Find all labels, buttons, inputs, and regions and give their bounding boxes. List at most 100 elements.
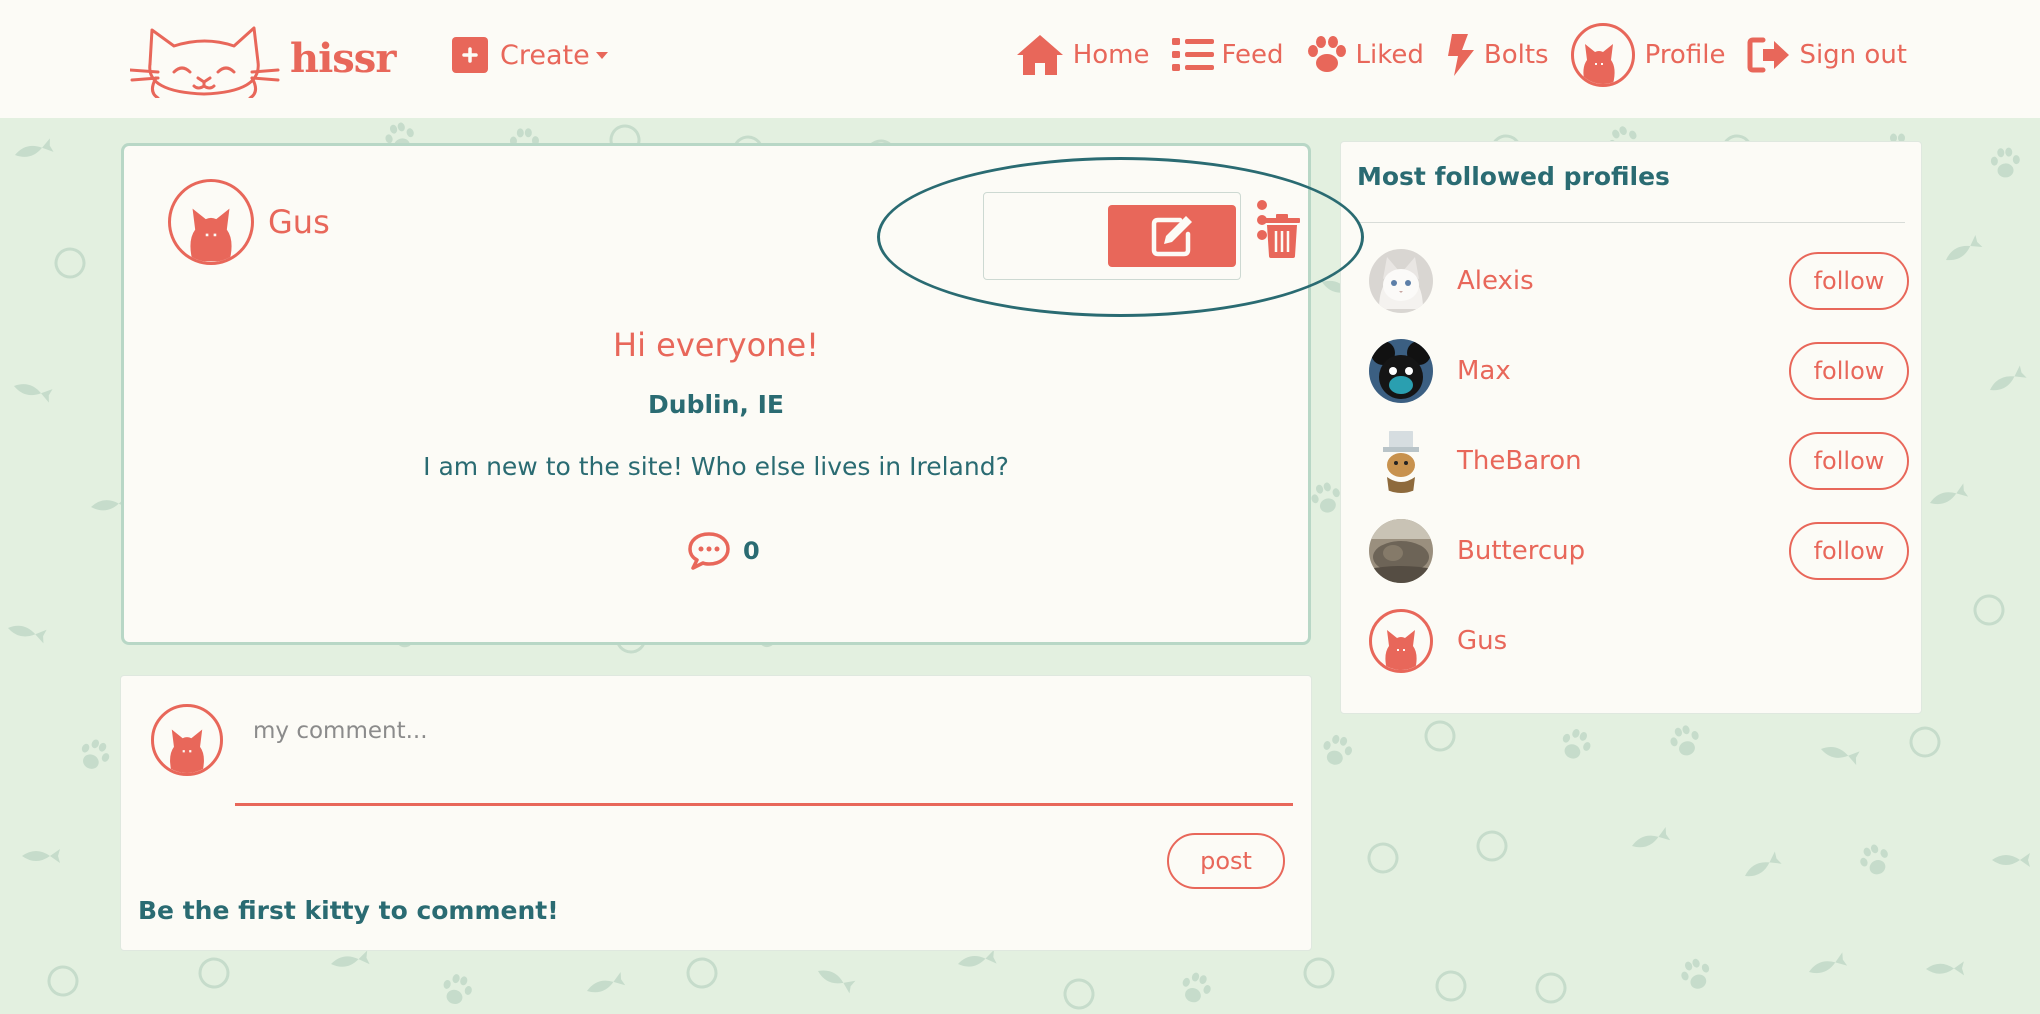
navbar: hissr Create Home Feed Liked Bolts Profi… [0,0,2040,118]
profile-name[interactable]: Max [1457,356,1789,386]
profile-name[interactable]: Alexis [1457,266,1789,296]
fish-icon [1992,853,2030,867]
yarn-ball-icon [1063,978,1095,1010]
yarn-ball-icon [1435,970,1467,1002]
yarn-ball-icon [1535,972,1567,1004]
fish-icon [1821,746,1860,765]
paw-icon [1182,972,1211,1003]
paw-icon [81,739,110,769]
create-label: Create [500,39,590,71]
most-followed-card: Most followed profiles Alexis follow Max… [1340,141,1922,714]
speech-bubble-icon [688,532,730,570]
paw-icon [1990,147,2020,178]
fish-icon [1990,365,2027,391]
plus-square-icon [452,37,488,73]
fish-icon [1745,851,1782,877]
yarn-ball-icon [1909,726,1941,758]
follow-button[interactable]: follow [1789,252,1909,310]
cat-avatar-icon [151,704,223,776]
nav-sign-out[interactable]: Sign out [1747,36,1907,74]
paw-icon [1681,958,1710,989]
nav-profile-label: Profile [1644,40,1726,70]
yarn-ball-icon [1973,594,2005,626]
fish-icon [331,950,370,967]
profile-row-thebaron: TheBaron follow [1369,427,1909,495]
nav-home-label: Home [1072,40,1150,70]
sign-out-icon [1747,37,1790,73]
yarn-ball-icon [1424,720,1456,752]
comment-input[interactable] [235,706,1293,806]
comment-form-card: post Be the first kitty to comment! [120,675,1312,951]
profile-row-max: Max follow [1369,337,1909,405]
divider [1357,222,1905,223]
nav-liked[interactable]: Liked [1306,36,1424,74]
paw-icon [443,974,472,1004]
fish-icon [1930,483,1969,505]
yarn-ball-icon [1367,842,1399,874]
follow-button[interactable]: follow [1789,432,1909,490]
post-author[interactable]: Gus [168,179,330,265]
fish-icon [818,970,856,994]
house-icon [1016,35,1063,75]
nav-feed[interactable]: Feed [1171,36,1284,74]
fish-icon [15,138,54,157]
fish-icon [14,384,53,403]
yarn-ball-icon [686,957,718,989]
fish-icon [22,849,60,863]
yarn-ball-icon [198,957,230,989]
nav-liked-label: Liked [1355,40,1424,70]
profile-name[interactable]: TheBaron [1457,446,1789,476]
follow-button[interactable]: follow [1789,522,1909,580]
nav-links: Home Feed Liked Bolts Profile Sign out [993,20,1907,90]
avatar[interactable] [1369,519,1433,583]
fish-icon [1926,961,1965,976]
fish-icon [8,625,47,644]
cat-avatar-icon[interactable] [1369,609,1433,673]
fish-icon [1809,952,1848,974]
follow-button[interactable]: follow [1789,342,1909,400]
paw-icon [1860,844,1888,875]
highlight-ring [877,157,1364,317]
profile-name[interactable]: Gus [1457,626,1909,656]
yarn-ball-icon [47,965,79,997]
post-title: Hi everyone! [613,326,819,364]
brand-name: hissr [290,34,396,82]
fish-icon [1946,234,1983,261]
nav-feed-label: Feed [1221,40,1284,70]
post-content: I am new to the site! Who else lives in … [423,452,1009,481]
brand-logo[interactable]: hissr [130,18,396,98]
cat-avatar-icon [1570,23,1635,87]
cat-face-icon [130,26,280,98]
profile-row-alexis: Alexis follow [1369,247,1909,315]
sidebar-title: Most followed profiles [1357,162,1670,191]
fish-icon [587,972,626,993]
yarn-ball-icon [1476,830,1508,862]
paw-icon [1562,729,1591,759]
comment-count: 0 [743,537,760,565]
fish-icon [958,949,997,967]
profile-row-gus: Gus [1369,607,1909,675]
paw-icon [1670,725,1699,756]
paw-icon [1311,482,1340,513]
avatar[interactable] [1369,339,1433,403]
post-comment-button[interactable]: post [1167,833,1285,889]
create-dropdown[interactable]: Create [452,37,608,73]
nav-bolts[interactable]: Bolts [1446,34,1549,76]
post-comment-counter[interactable]: 0 [687,531,760,571]
empty-comments-message: Be the first kitty to comment! [138,896,559,925]
list-icon [1171,38,1214,71]
caret-down-icon [595,51,608,59]
cat-avatar-icon [168,179,254,265]
avatar[interactable] [1369,429,1433,493]
bolt-icon [1447,34,1474,76]
avatar[interactable] [1369,249,1433,313]
post-author-name: Gus [268,203,330,241]
profile-row-buttercup: Buttercup follow [1369,517,1909,585]
nav-bolts-label: Bolts [1483,40,1549,70]
paw-icon [1307,36,1346,72]
nav-profile[interactable]: Profile [1570,23,1726,87]
nav-home[interactable]: Home [1015,33,1150,77]
profile-name[interactable]: Buttercup [1457,536,1789,566]
post-location: Dublin, IE [648,390,784,419]
paw-icon [1323,735,1352,765]
